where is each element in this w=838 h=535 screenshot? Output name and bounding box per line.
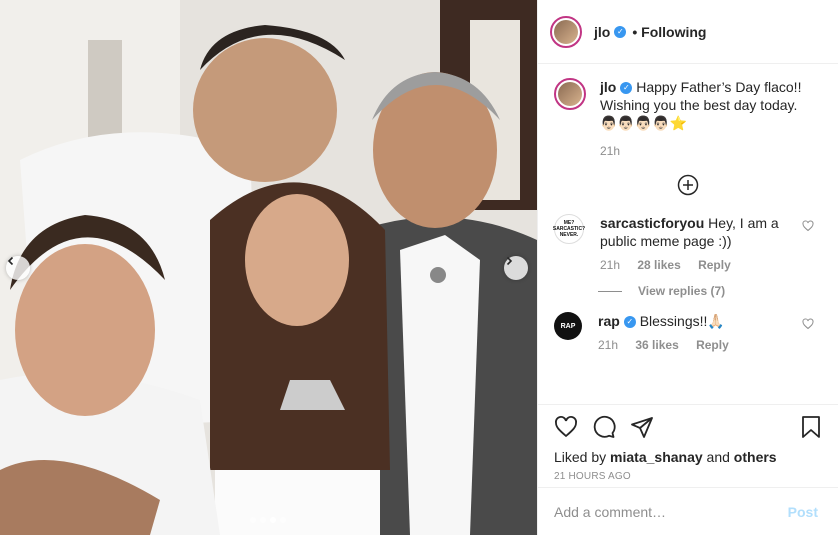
caption-username[interactable]: jlo: [600, 79, 616, 95]
reply-button[interactable]: Reply: [698, 258, 731, 272]
view-replies-label: View replies (7): [638, 284, 726, 298]
liked-by-others[interactable]: others: [734, 449, 777, 465]
carousel-dot: [280, 517, 286, 523]
reply-button[interactable]: Reply: [696, 338, 729, 352]
caption: jlo ✓ Happy Father’s Day flaco!! Wishing …: [554, 78, 822, 160]
add-comment-bar: Post: [538, 487, 838, 535]
comment-item: RAP rap ✓ Blessings!!🙏🏻 21h 36 likes Repl…: [554, 312, 822, 354]
post-sidebar: jlo ✓ • Following jlo ✓ Happy Father’s Da…: [537, 0, 838, 535]
post-actions: Liked by miata_shanay and others 21 HOUR…: [538, 404, 838, 482]
comment-time[interactable]: 21h: [598, 338, 618, 352]
view-replies-button[interactable]: View replies (7): [598, 284, 822, 298]
divider-line: [598, 290, 622, 292]
carousel-dot: [250, 517, 256, 523]
post-photo[interactable]: [0, 0, 537, 535]
carousel-dot-active: [270, 517, 276, 523]
comment-body: sarcasticforyou Hey, I am a public meme …: [600, 214, 800, 274]
verified-icon: ✓: [623, 316, 636, 329]
verified-icon: ✓: [620, 82, 633, 95]
caption-time[interactable]: 21h: [600, 144, 620, 158]
chevron-left-icon: [7, 256, 14, 266]
comment-meta: 21h 36 likes Reply: [598, 336, 798, 354]
heart-icon[interactable]: [802, 318, 814, 330]
comment-text: Blessings!!🙏🏻: [639, 313, 725, 329]
instagram-post: jlo ✓ • Following jlo ✓ Happy Father’s Da…: [0, 0, 838, 535]
caption-avatar[interactable]: [554, 78, 586, 110]
follow-status[interactable]: • Following: [632, 24, 706, 40]
chevron-right-icon: [506, 256, 513, 266]
post-header: jlo ✓ • Following: [538, 0, 838, 64]
post-comment-button[interactable]: Post: [782, 503, 824, 521]
comment-icon[interactable]: [592, 415, 616, 439]
comment-avatar-text: ME? SARCASTIC? NEVER.: [552, 220, 586, 238]
comment-body: rap ✓ Blessings!!🙏🏻 21h 36 likes Reply: [598, 312, 798, 354]
liked-by-user[interactable]: miata_shanay: [610, 449, 703, 465]
photo-illustration: [0, 0, 537, 535]
comment-item: ME? SARCASTIC? NEVER. sarcasticforyou He…: [552, 214, 822, 274]
post-timestamp[interactable]: 21 HOURS AGO: [554, 471, 822, 482]
comment-avatar[interactable]: ME? SARCASTIC? NEVER.: [552, 214, 586, 244]
carousel-dot: [260, 517, 266, 523]
heart-icon[interactable]: [802, 220, 814, 232]
author-username[interactable]: jlo: [594, 24, 610, 40]
comment-meta: 21h 28 likes Reply: [600, 256, 800, 274]
carousel-prev-button[interactable]: [6, 256, 30, 280]
caption-body: jlo ✓ Happy Father’s Day flaco!! Wishing …: [600, 78, 820, 160]
author-avatar[interactable]: [550, 15, 582, 48]
comment-avatar-text: RAP: [560, 322, 576, 330]
carousel-indicator: [250, 517, 286, 523]
plus-circle-icon: [677, 174, 699, 196]
action-icons: [554, 413, 822, 441]
comment-likes[interactable]: 36 likes: [635, 338, 678, 352]
comments-section: jlo ✓ Happy Father’s Day flaco!! Wishing …: [538, 64, 838, 404]
avatar-image: [554, 19, 578, 44]
caption-emojis: 👨🏻👨🏻👨🏻👨🏻⭐: [600, 115, 688, 131]
verified-icon: ✓: [614, 25, 627, 38]
liked-by-and: and: [706, 449, 730, 465]
comment-avatar[interactable]: RAP: [554, 312, 582, 340]
avatar-image: [558, 82, 582, 106]
comment-time[interactable]: 21h: [600, 258, 620, 272]
caption-meta: 21h: [600, 142, 820, 160]
save-bookmark-icon[interactable]: [800, 415, 822, 439]
comment-username[interactable]: sarcasticforyou: [600, 215, 704, 231]
liked-by: Liked by miata_shanay and others: [554, 449, 822, 465]
comment-username[interactable]: rap: [598, 313, 620, 329]
carousel-next-button[interactable]: [504, 256, 528, 280]
comment-likes[interactable]: 28 likes: [637, 258, 680, 272]
add-comment-input[interactable]: [552, 502, 782, 521]
follow-status-label: Following: [641, 23, 707, 40]
liked-by-prefix: Liked by: [554, 449, 607, 465]
like-heart-icon[interactable]: [554, 415, 578, 439]
share-icon[interactable]: [630, 415, 654, 439]
load-more-comments-button[interactable]: [554, 174, 822, 196]
